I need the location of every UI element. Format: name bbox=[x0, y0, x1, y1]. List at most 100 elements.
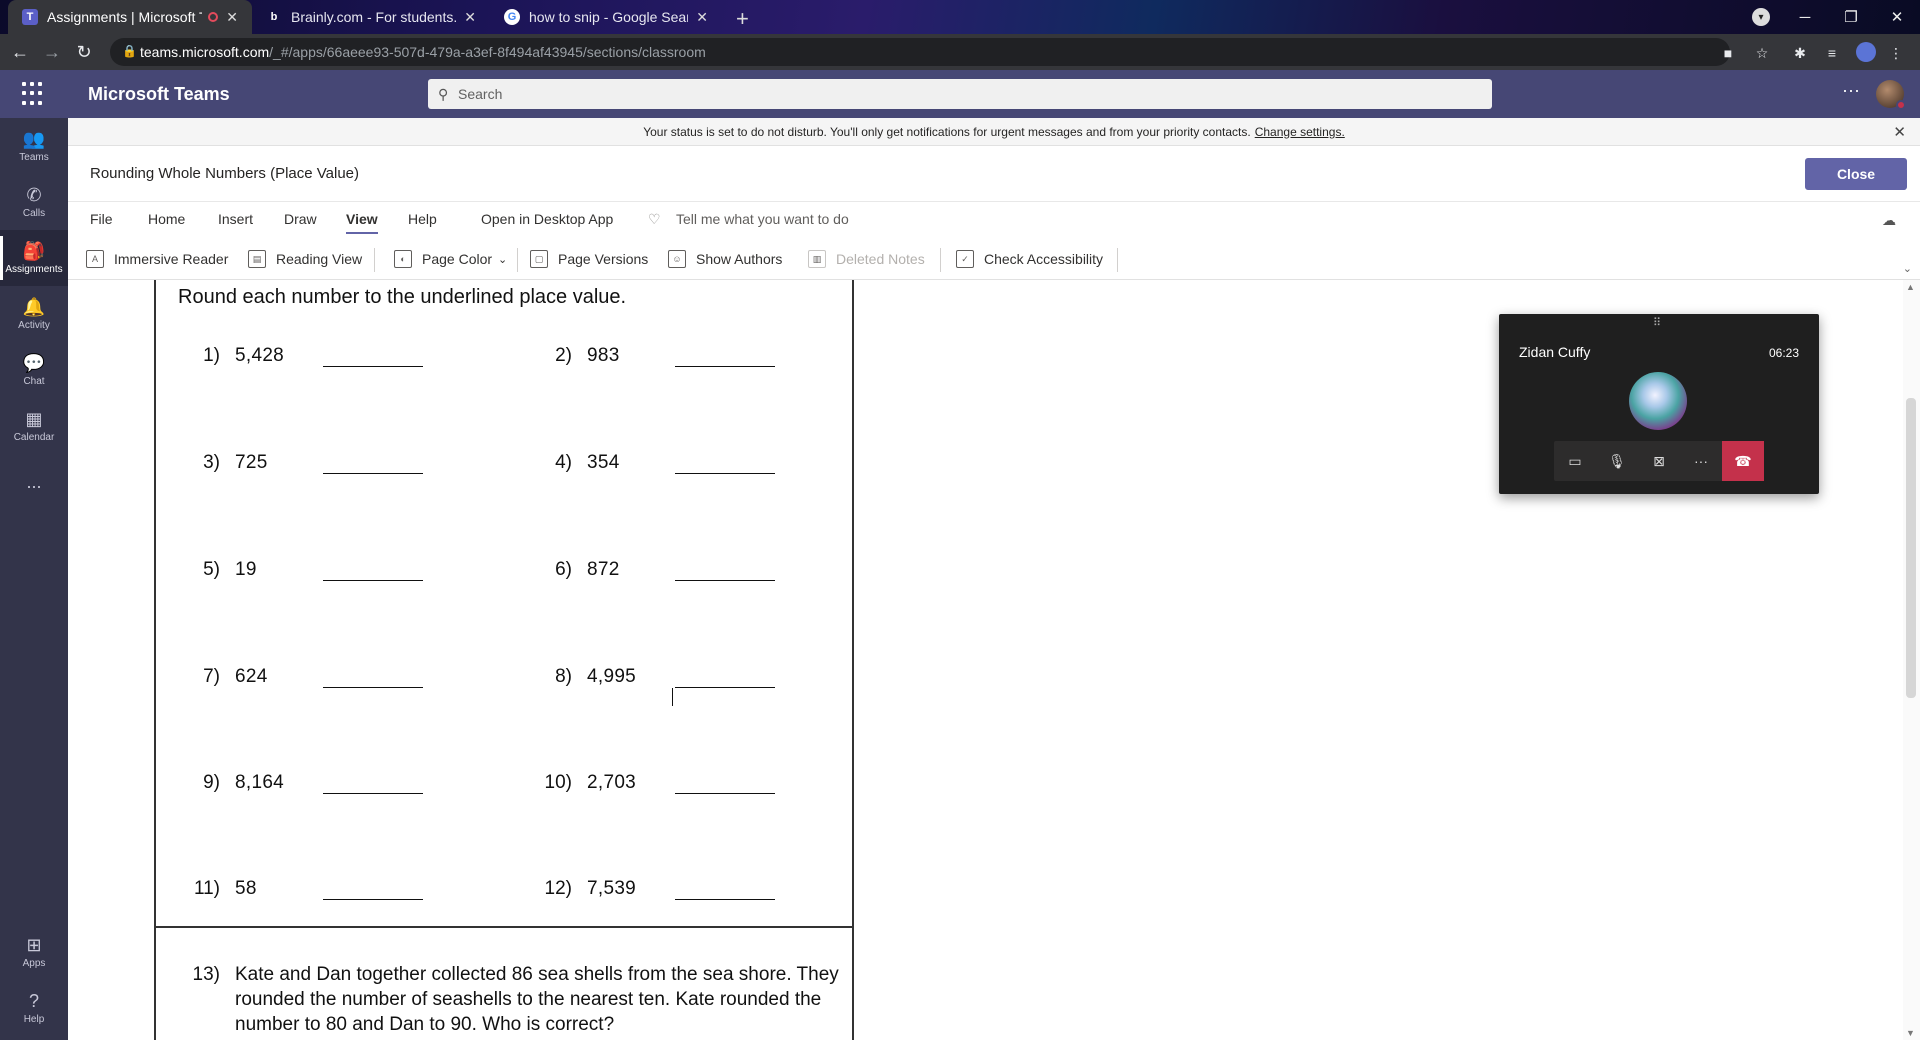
camera-icon[interactable]: ■ bbox=[1718, 43, 1738, 63]
menu-file[interactable]: File bbox=[90, 211, 113, 227]
answer-blank[interactable] bbox=[323, 571, 423, 581]
address-bar[interactable]: 🔒 teams.microsoft.com/_#/apps/66aeee93-5… bbox=[110, 38, 1730, 66]
rail-item-apps[interactable]: ⊞ Apps bbox=[0, 924, 68, 980]
menu-home[interactable]: Home bbox=[148, 211, 185, 227]
close-tab-icon[interactable]: ✕ bbox=[696, 9, 708, 26]
rail-item-activity[interactable]: 🔔 Activity bbox=[0, 286, 68, 342]
back-icon[interactable]: ← bbox=[8, 40, 32, 64]
app-launcher-icon[interactable] bbox=[22, 82, 46, 106]
reload-icon[interactable]: ↻ bbox=[72, 40, 96, 64]
immersive-reader-button[interactable]: A Immersive Reader bbox=[86, 248, 228, 270]
answer-blank[interactable] bbox=[675, 784, 775, 794]
menu-view[interactable]: View bbox=[346, 211, 378, 234]
call-controls: ▭ 🎙 ⊠ ··· ☎ bbox=[1554, 441, 1764, 481]
problem-number: 7) bbox=[203, 666, 220, 687]
recording-icon bbox=[208, 12, 219, 22]
problem-number: 3) bbox=[203, 452, 220, 473]
dismiss-icon[interactable]: ✕ bbox=[1893, 123, 1906, 141]
brainly-icon: b bbox=[270, 11, 278, 23]
menu-help[interactable]: Help bbox=[408, 211, 437, 227]
share-screen-icon[interactable]: ⊠ bbox=[1638, 441, 1680, 481]
tab-google[interactable]: G how to snip - Google Search ✕ bbox=[490, 0, 722, 34]
notification-text: Your status is set to do not disturb. Yo… bbox=[643, 124, 1251, 139]
media-control-icon[interactable]: ≡ bbox=[1822, 43, 1842, 63]
rail-label: Teams bbox=[19, 152, 49, 163]
answer-blank[interactable] bbox=[323, 464, 423, 474]
button-label: Reading View bbox=[276, 251, 363, 267]
feedback-icon[interactable]: ☁ bbox=[1882, 212, 1902, 228]
tab-assignments[interactable]: T Assignments | Microsoft Team ✕ bbox=[8, 0, 252, 34]
scroll-down-icon[interactable]: ▼ bbox=[1906, 1028, 1915, 1038]
drag-handle-icon[interactable]: ⠿ bbox=[1653, 316, 1661, 329]
tab-search-icon[interactable]: ▾ bbox=[1752, 8, 1770, 26]
restore-icon[interactable]: ❐ bbox=[1828, 0, 1874, 34]
deleted-notes-button[interactable]: ▥ Deleted Notes bbox=[808, 248, 925, 270]
close-button[interactable]: Close bbox=[1805, 158, 1907, 190]
problem-number: 4) bbox=[555, 452, 572, 473]
toolbar-divider bbox=[517, 248, 518, 272]
microphone-icon[interactable]: 🎙 bbox=[1596, 441, 1638, 481]
rail-item-calls[interactable]: ✆ Calls bbox=[0, 174, 68, 230]
profile-avatar[interactable] bbox=[1856, 42, 1876, 62]
app-rail: 👥 Teams ✆ Calls 🎒 Assignments 🔔 Activity… bbox=[0, 118, 68, 1040]
menu-insert[interactable]: Insert bbox=[218, 211, 253, 227]
call-duration: 06:23 bbox=[1768, 346, 1799, 360]
rail-item-help[interactable]: ? Help bbox=[0, 980, 68, 1036]
tab-brainly[interactable]: b Brainly.com - For students. By stu ✕ bbox=[252, 0, 490, 34]
rail-item-more[interactable]: ... bbox=[0, 454, 68, 510]
forward-icon[interactable]: → bbox=[40, 40, 64, 64]
page-versions-icon: ▢ bbox=[530, 250, 548, 268]
close-tab-icon[interactable]: ✕ bbox=[464, 9, 476, 26]
hang-up-icon[interactable]: ☎ bbox=[1722, 441, 1764, 481]
answer-blank[interactable] bbox=[675, 571, 775, 581]
close-tab-icon[interactable]: ✕ bbox=[226, 9, 238, 26]
rail-item-chat[interactable]: 💬 Chat bbox=[0, 342, 68, 398]
button-label: Page Versions bbox=[558, 251, 649, 267]
rail-item-calendar[interactable]: ▦ Calendar bbox=[0, 398, 68, 454]
page-color-button[interactable]: ◐ Page Color ⌄ bbox=[394, 248, 507, 270]
answer-blank[interactable] bbox=[675, 890, 775, 900]
more-actions-icon[interactable]: ··· bbox=[1680, 441, 1722, 481]
answer-blank[interactable] bbox=[323, 784, 423, 794]
reading-view-button[interactable]: ▤ Reading View bbox=[248, 248, 362, 270]
answer-blank[interactable] bbox=[675, 678, 775, 688]
vertical-scrollbar[interactable]: ▲ ▼ bbox=[1903, 280, 1920, 1040]
user-avatar[interactable] bbox=[1876, 80, 1906, 110]
rail-item-assignments[interactable]: 🎒 Assignments bbox=[0, 230, 68, 286]
toolbar-divider bbox=[374, 248, 375, 272]
camera-off-icon[interactable]: ▭ bbox=[1554, 441, 1596, 481]
answer-blank[interactable] bbox=[323, 357, 423, 367]
browser-menu-icon[interactable]: ⋮ bbox=[1886, 43, 1906, 63]
answer-blank[interactable] bbox=[675, 464, 775, 474]
immersive-reader-icon: A bbox=[86, 250, 104, 268]
scroll-thumb[interactable] bbox=[1906, 398, 1916, 698]
bookmark-star-icon[interactable]: ☆ bbox=[1752, 43, 1772, 63]
text-cursor bbox=[672, 688, 673, 706]
answer-blank[interactable] bbox=[323, 678, 423, 688]
rail-label: Apps bbox=[22, 958, 46, 969]
answer-blank[interactable] bbox=[323, 890, 423, 900]
tell-me-input[interactable]: Tell me what you want to do bbox=[676, 211, 849, 227]
menu-draw[interactable]: Draw bbox=[284, 211, 317, 227]
search-input[interactable]: ⚲ Search bbox=[428, 79, 1492, 109]
more-options-icon[interactable]: ··· bbox=[1842, 80, 1860, 101]
window-close-icon[interactable]: ✕ bbox=[1874, 0, 1920, 34]
change-settings-link[interactable]: Change settings. bbox=[1255, 125, 1345, 139]
rail-item-teams[interactable]: 👥 Teams bbox=[0, 118, 68, 174]
problem-number: 10) bbox=[544, 772, 572, 793]
scroll-up-icon[interactable]: ▲ bbox=[1906, 282, 1915, 292]
new-tab-icon[interactable]: + bbox=[736, 6, 749, 32]
collapse-ribbon-icon[interactable]: ⌄ bbox=[1903, 262, 1912, 275]
check-accessibility-button[interactable]: ✓ Check Accessibility bbox=[956, 248, 1103, 270]
problem-value: 7,539 bbox=[587, 878, 637, 899]
show-authors-button[interactable]: ☺ Show Authors bbox=[668, 248, 782, 270]
answer-blank[interactable] bbox=[675, 357, 775, 367]
call-popup[interactable]: ⠿ Zidan Cuffy 06:23 ▭ 🎙 ⊠ ··· ☎ bbox=[1499, 314, 1819, 494]
button-label: Deleted Notes bbox=[836, 251, 925, 267]
page-title: Rounding Whole Numbers (Place Value) bbox=[90, 165, 360, 182]
open-desktop-app[interactable]: Open in Desktop App bbox=[481, 211, 613, 227]
extensions-icon[interactable]: ✱ bbox=[1790, 43, 1810, 63]
page-versions-button[interactable]: ▢ Page Versions bbox=[530, 248, 648, 270]
teams-icon: 👥 bbox=[22, 129, 46, 149]
minimize-icon[interactable]: ─ bbox=[1782, 0, 1828, 34]
